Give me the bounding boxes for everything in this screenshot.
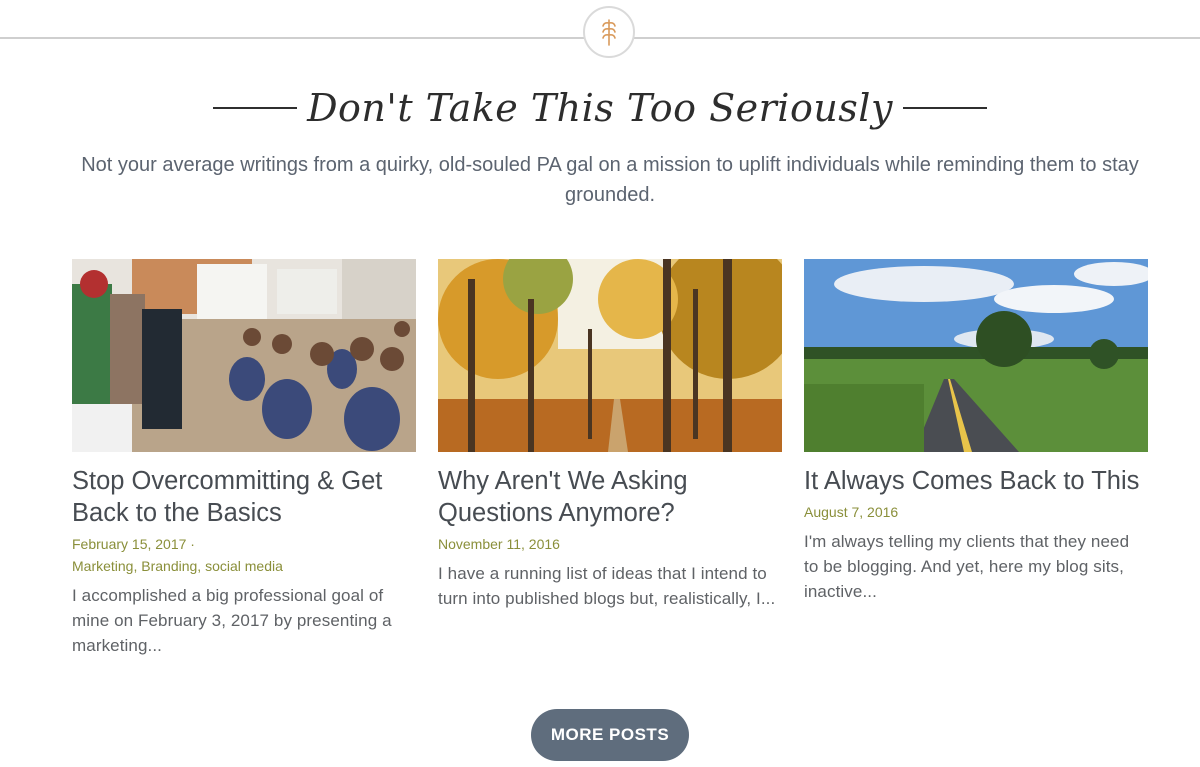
- title-line-left: [213, 107, 298, 109]
- post-excerpt: I accomplished a big professional goal o…: [72, 586, 392, 655]
- category-link[interactable]: social media: [205, 558, 283, 574]
- more-posts-button[interactable]: MORE POSTS: [531, 709, 689, 761]
- wheat-icon: [602, 19, 616, 46]
- category-link[interactable]: Branding: [141, 558, 197, 574]
- post-title[interactable]: It Always Comes Back to This: [804, 465, 1148, 497]
- post-excerpt: I have a running list of ideas that I in…: [438, 564, 776, 608]
- date-separator: ·: [186, 536, 195, 552]
- post-excerpt: I'm always telling my clients that they …: [804, 532, 1130, 601]
- post-thumbnail-conference[interactable]: [72, 259, 416, 452]
- post-title[interactable]: Stop Overcommitting & Get Back to the Ba…: [72, 465, 416, 529]
- post-date: February 15, 2017: [72, 536, 187, 552]
- post-date: November 11, 2016: [438, 536, 560, 552]
- section-subtitle: Not your average writings from a quirky,…: [81, 154, 1139, 206]
- emblem-badge: [583, 6, 635, 58]
- post-categories: Marketing, Branding, social media: [72, 558, 283, 574]
- section-title: Don't Take This Too Seriously: [307, 86, 893, 130]
- post-card: Why Aren't We Asking Questions Anymore? …: [438, 259, 782, 611]
- category-link[interactable]: Marketing: [72, 558, 133, 574]
- section-heading: Don't Take This Too Seriously: [0, 80, 1200, 136]
- title-line-right: [902, 107, 987, 109]
- post-title[interactable]: Why Aren't We Asking Questions Anymore?: [438, 465, 782, 529]
- post-thumbnail-autumn-forest[interactable]: [438, 259, 782, 452]
- post-card: It Always Comes Back to This August 7, 2…: [804, 259, 1148, 604]
- post-thumbnail-country-road[interactable]: [804, 259, 1148, 452]
- post-card: Stop Overcommitting & Get Back to the Ba…: [72, 259, 416, 658]
- post-date: August 7, 2016: [804, 504, 899, 520]
